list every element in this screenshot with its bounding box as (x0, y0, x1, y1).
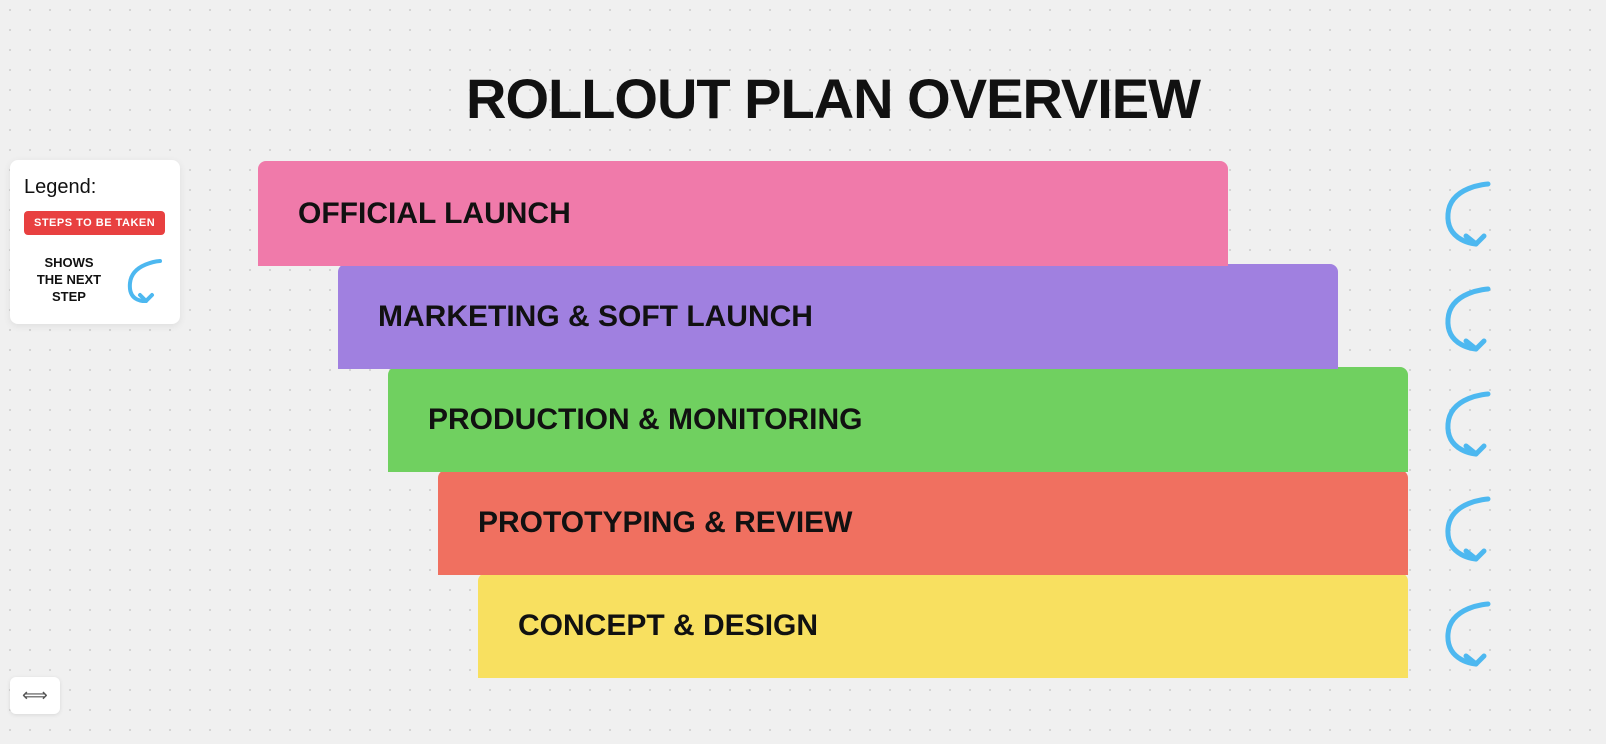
legend-arrow-text: SHOWS THE NEXT STEP (24, 255, 114, 306)
step-bar-1: OFFICIAL LAUNCH (258, 161, 1228, 266)
step-label-2: MARKETING & SOFT LAUNCH (378, 300, 813, 334)
step-row-2: MARKETING & SOFT LAUNCH (258, 264, 1408, 369)
staircase-container: OFFICIAL LAUNCH MARKETING & SOFT LAUNCH … (258, 161, 1408, 678)
next-step-arrow-4 (1438, 476, 1498, 581)
step-label-5: CONCEPT & DESIGN (518, 609, 818, 643)
next-step-arrow-5 (1438, 581, 1498, 686)
step-row-4: PROTOTYPING & REVIEW (258, 470, 1408, 575)
next-step-arrow-1 (1438, 161, 1498, 266)
main-content: ROLLOUT PLAN OVERVIEW OFFICIAL LAUNCH MA… (258, 66, 1408, 678)
step-row-5: CONCEPT & DESIGN (258, 573, 1408, 678)
legend-arrow-section: SHOWS THE NEXT STEP (24, 253, 166, 308)
step-bar-2: MARKETING & SOFT LAUNCH (338, 264, 1338, 369)
legend-title: Legend: (24, 176, 166, 199)
step-label-4: PROTOTYPING & REVIEW (478, 506, 853, 540)
resize-handle[interactable]: ⟺ (10, 677, 60, 714)
legend-curved-arrow-icon (122, 253, 166, 308)
step-bar-5: CONCEPT & DESIGN (478, 573, 1408, 678)
step-bar-4: PROTOTYPING & REVIEW (438, 470, 1408, 575)
legend-panel: Legend: STEPS TO BE TAKEN SHOWS THE NEXT… (10, 160, 180, 324)
page-title: ROLLOUT PLAN OVERVIEW (466, 66, 1200, 131)
resize-icon: ⟺ (22, 685, 48, 706)
arrows-column (1438, 161, 1498, 686)
step-row-3: PRODUCTION & MONITORING (258, 367, 1408, 472)
next-step-arrow-2 (1438, 266, 1498, 371)
page-container: Legend: STEPS TO BE TAKEN SHOWS THE NEXT… (0, 0, 1606, 744)
step-bar-3: PRODUCTION & MONITORING (388, 367, 1408, 472)
step-row-1: OFFICIAL LAUNCH (258, 161, 1408, 266)
legend-badge: STEPS TO BE TAKEN (24, 211, 165, 235)
next-step-arrow-3 (1438, 371, 1498, 476)
step-label-1: OFFICIAL LAUNCH (298, 197, 571, 231)
step-label-3: PRODUCTION & MONITORING (428, 403, 862, 437)
